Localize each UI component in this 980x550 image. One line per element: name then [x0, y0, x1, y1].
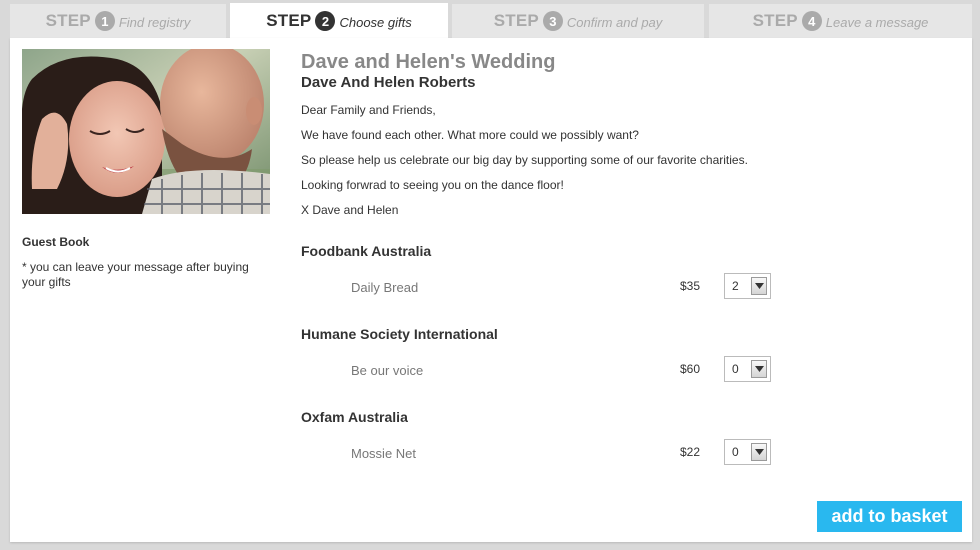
guestbook-title: Guest Book — [22, 235, 90, 249]
message-line: We have found each other. What more coul… — [301, 128, 639, 142]
gift-price: $60 — [680, 362, 701, 376]
step-word: STEP — [266, 11, 312, 30]
step-label: Leave a message — [825, 15, 929, 30]
gift-price: $22 — [680, 445, 701, 459]
chevron-down-icon[interactable] — [751, 443, 767, 461]
step-word: STEP — [45, 11, 91, 30]
quantity-value: 0 — [732, 445, 739, 459]
charity-name: Humane Society International — [301, 326, 498, 342]
tab-step-1[interactable]: STEP 1 Find registry — [10, 4, 226, 38]
step-tabs: STEP 1 Find registry STEP 2 Choose gifts… — [10, 3, 972, 39]
gift-price: $35 — [680, 279, 701, 293]
step-label: Confirm and pay — [566, 15, 663, 30]
quantity-value: 0 — [732, 362, 739, 376]
step-word: STEP — [752, 11, 798, 30]
chevron-down-icon[interactable] — [751, 277, 767, 295]
guestbook-note: * you can leave your message after buyin… — [22, 260, 249, 289]
couple-photo — [22, 49, 270, 214]
chevron-down-icon[interactable] — [751, 360, 767, 378]
message-line: Dear Family and Friends, — [301, 103, 436, 117]
quantity-select[interactable]: 0 — [724, 439, 771, 465]
gift-row: Mossie Net $22 0 — [301, 439, 961, 467]
quantity-select[interactable]: 0 — [724, 356, 771, 382]
step-number-badge: 1 — [94, 11, 115, 31]
couple-name: Dave And Helen Roberts — [301, 74, 476, 91]
tab-step-2[interactable]: STEP 2 Choose gifts — [230, 3, 448, 39]
add-to-basket-button[interactable]: add to basket — [817, 501, 962, 532]
gift-name: Daily Bread — [351, 280, 419, 295]
charity-section: Humane Society International Be our voic… — [301, 326, 961, 384]
charity-section: Foodbank Australia Daily Bread $35 2 — [301, 243, 961, 301]
message-line: X Dave and Helen — [301, 203, 399, 217]
charity-name: Oxfam Australia — [301, 409, 408, 425]
charity-name: Foodbank Australia — [301, 243, 432, 259]
step-label: Choose gifts — [339, 15, 412, 30]
quantity-value: 2 — [732, 279, 739, 293]
gift-row: Daily Bread $35 2 — [301, 273, 961, 301]
gift-name: Mossie Net — [351, 446, 417, 461]
main-panel: Guest Book * you can leave your message … — [10, 38, 972, 542]
message-line: So please help us celebrate our big day … — [301, 153, 748, 167]
step-number-badge: 2 — [315, 11, 336, 31]
step-number-badge: 3 — [542, 11, 563, 31]
event-title: Dave and Helen's Wedding — [301, 51, 556, 73]
gift-name: Be our voice — [351, 363, 424, 378]
step-number-badge: 4 — [801, 11, 822, 31]
charity-section: Oxfam Australia Mossie Net $22 0 — [301, 409, 961, 467]
tab-step-4[interactable]: STEP 4 Leave a message — [709, 4, 972, 38]
message-line: Looking forwrad to seeing you on the dan… — [301, 178, 564, 192]
gift-row: Be our voice $60 0 — [301, 356, 961, 384]
tab-step-3[interactable]: STEP 3 Confirm and pay — [452, 4, 704, 38]
step-label: Find registry — [118, 15, 191, 30]
step-word: STEP — [493, 11, 539, 30]
quantity-select[interactable]: 2 — [724, 273, 771, 299]
